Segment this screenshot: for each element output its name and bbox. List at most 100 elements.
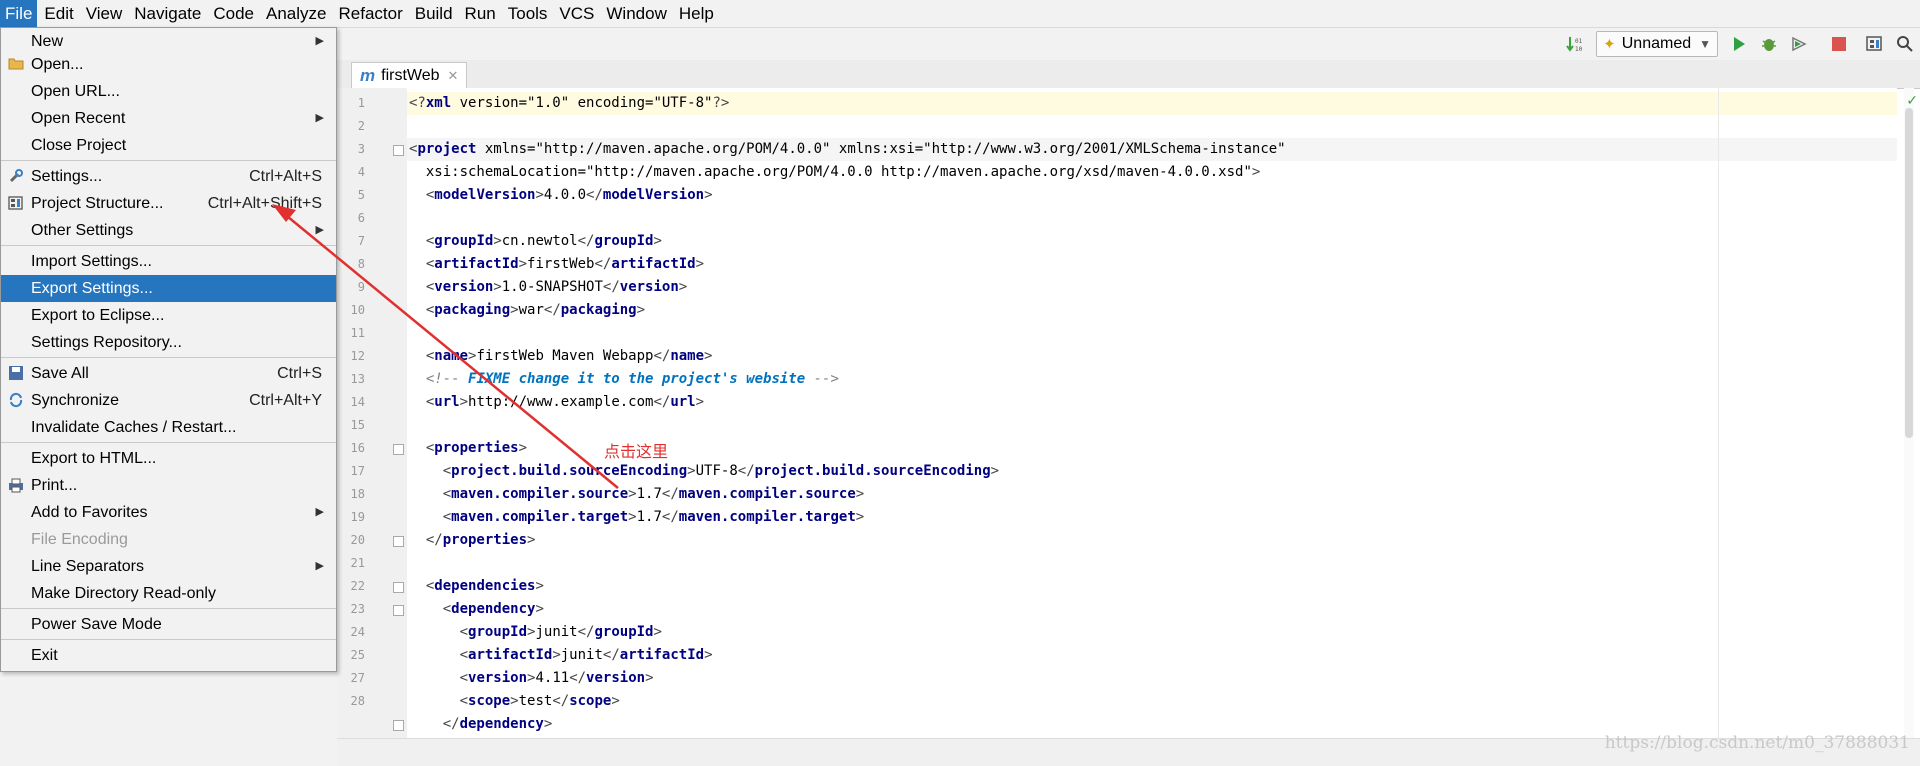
- code-line[interactable]: <version>1.0-SNAPSHOT</version>: [407, 276, 1897, 299]
- menu-item-export-settings[interactable]: Export Settings...: [1, 275, 336, 302]
- code-line[interactable]: <name>firstWeb Maven Webapp</name>: [407, 345, 1897, 368]
- code-line[interactable]: [407, 115, 1897, 138]
- menu-item-shortcut: Ctrl+Alt+Shift+S: [207, 195, 322, 212]
- code-line[interactable]: <project xmlns="http://maven.apache.org/…: [407, 138, 1897, 161]
- line-number: [337, 713, 365, 736]
- menu-item-label: Import Settings...: [31, 253, 152, 270]
- editor-tabs: m firstWeb ✕: [337, 60, 1920, 89]
- fold-marker-icon[interactable]: [393, 444, 404, 455]
- menu-help[interactable]: Help: [674, 0, 719, 27]
- line-number: 22: [350, 579, 365, 593]
- code-line[interactable]: [407, 414, 1897, 437]
- code-line[interactable]: <!-- FIXME change it to the project's we…: [407, 368, 1897, 391]
- fold-marker-icon[interactable]: [393, 536, 404, 547]
- code-line[interactable]: [407, 552, 1897, 575]
- menu-navigate[interactable]: Navigate: [129, 0, 206, 27]
- menu-item-other-settings[interactable]: Other Settings ▶: [1, 217, 336, 244]
- code-line[interactable]: <artifactId>junit</artifactId>: [407, 644, 1897, 667]
- menu-item-exit[interactable]: Exit: [1, 642, 336, 669]
- menu-tools[interactable]: Tools: [503, 0, 553, 27]
- menu-item-label: Open URL...: [31, 83, 120, 100]
- code-line[interactable]: <dependencies>: [407, 575, 1897, 598]
- code-line[interactable]: <scope>test</scope>: [407, 690, 1897, 713]
- menu-item-make-directory-read-only[interactable]: Make Directory Read-only: [1, 580, 336, 607]
- menu-vcs[interactable]: VCS: [554, 0, 599, 27]
- menu-item-label: Export to Eclipse...: [31, 307, 165, 324]
- stop-icon[interactable]: [1828, 33, 1850, 55]
- menu-item-label: Line Separators: [31, 558, 144, 575]
- menu-run[interactable]: Run: [460, 0, 501, 27]
- code-editor[interactable]: <?xml version="1.0" encoding="UTF-8"?> <p…: [407, 88, 1897, 738]
- code-line[interactable]: <project.build.sourceEncoding>UTF-8</pro…: [407, 460, 1897, 483]
- menu-item-settings-repository[interactable]: Settings Repository...: [1, 329, 336, 356]
- menu-item-open-recent[interactable]: Open Recent ▶: [1, 105, 336, 132]
- menu-item-file-encoding: File Encoding: [1, 526, 336, 553]
- menu-item-settings[interactable]: Settings... Ctrl+Alt+S: [1, 163, 336, 190]
- sort-icon[interactable]: 01 10: [1564, 33, 1586, 55]
- menu-item-power-save-mode[interactable]: Power Save Mode: [1, 611, 336, 638]
- menu-item-export-to-eclipse[interactable]: Export to Eclipse...: [1, 302, 336, 329]
- menu-bar: File Edit View Navigate Code Analyze Ref…: [0, 0, 1920, 28]
- code-line[interactable]: <artifactId>firstWeb</artifactId>: [407, 253, 1897, 276]
- code-line[interactable]: xsi:schemaLocation="http://maven.apache.…: [407, 161, 1897, 184]
- fold-marker-icon[interactable]: [393, 145, 404, 156]
- coverage-icon[interactable]: [1788, 33, 1810, 55]
- menu-item-print[interactable]: Print...: [1, 472, 336, 499]
- search-icon[interactable]: [1894, 33, 1916, 55]
- menu-file[interactable]: File: [0, 0, 38, 27]
- menu-window[interactable]: Window: [601, 0, 671, 27]
- code-line[interactable]: <groupId>junit</groupId>: [407, 621, 1897, 644]
- code-line[interactable]: <maven.compiler.target>1.7</maven.compil…: [407, 506, 1897, 529]
- menu-item-synchronize[interactable]: Synchronize Ctrl+Alt+Y: [1, 387, 336, 414]
- menu-item-label: Power Save Mode: [31, 616, 162, 633]
- line-number: 13: [350, 372, 365, 386]
- fold-marker-icon[interactable]: [393, 582, 404, 593]
- menu-item-import-settings[interactable]: Import Settings...: [1, 248, 336, 275]
- menu-build[interactable]: Build: [410, 0, 458, 27]
- menu-edit[interactable]: Edit: [39, 0, 78, 27]
- menu-item-project-structure[interactable]: Project Structure... Ctrl+Alt+Shift+S: [1, 190, 336, 217]
- menu-refactor[interactable]: Refactor: [333, 0, 407, 27]
- code-line[interactable]: <?xml version="1.0" encoding="UTF-8"?>: [407, 92, 1897, 115]
- menu-item-open[interactable]: Open...: [1, 51, 336, 78]
- code-line[interactable]: <groupId>cn.newtol</groupId>: [407, 230, 1897, 253]
- menu-item-add-to-favorites[interactable]: Add to Favorites ▶: [1, 499, 336, 526]
- code-line[interactable]: <modelVersion>4.0.0</modelVersion>: [407, 184, 1897, 207]
- fold-marker-icon[interactable]: [393, 605, 404, 616]
- code-line[interactable]: <packaging>war</packaging>: [407, 299, 1897, 322]
- menu-view[interactable]: View: [81, 0, 128, 27]
- debug-icon[interactable]: [1758, 33, 1780, 55]
- menu-item-line-separators[interactable]: Line Separators ▶: [1, 553, 336, 580]
- code-line[interactable]: </properties>: [407, 529, 1897, 552]
- line-number: 20: [350, 533, 365, 547]
- menu-item-save-all[interactable]: Save All Ctrl+S: [1, 360, 336, 387]
- menu-item-invalidate-caches-restart[interactable]: Invalidate Caches / Restart...: [1, 414, 336, 441]
- menu-item-label: Save All: [31, 365, 89, 382]
- menu-item-close-project[interactable]: Close Project: [1, 132, 336, 159]
- code-line[interactable]: [407, 322, 1897, 345]
- line-number: 25: [350, 648, 365, 662]
- run-configuration-select[interactable]: ✦ Unnamed ▼: [1596, 31, 1718, 57]
- line-number: 24: [350, 625, 365, 639]
- project-structure-icon[interactable]: [1864, 33, 1886, 55]
- vertical-scrollbar[interactable]: [1904, 88, 1914, 738]
- menu-code[interactable]: Code: [208, 0, 259, 27]
- right-margin-guide: [1718, 88, 1719, 738]
- code-line[interactable]: <maven.compiler.source>1.7</maven.compil…: [407, 483, 1897, 506]
- menu-item-open-url[interactable]: Open URL...: [1, 78, 336, 105]
- scrollbar-thumb[interactable]: [1905, 108, 1913, 438]
- tab-firstweb[interactable]: m firstWeb ✕: [351, 62, 468, 89]
- menu-item-export-to-html[interactable]: Export to HTML...: [1, 445, 336, 472]
- menu-analyze[interactable]: Analyze: [261, 0, 331, 27]
- run-icon[interactable]: [1728, 33, 1750, 55]
- code-line[interactable]: <url>http://www.example.com</url>: [407, 391, 1897, 414]
- fold-marker-icon[interactable]: [393, 720, 404, 731]
- line-number: 27: [350, 671, 365, 685]
- code-line[interactable]: [407, 207, 1897, 230]
- code-line[interactable]: <version>4.11</version>: [407, 667, 1897, 690]
- line-number: 1: [357, 96, 365, 110]
- menu-item-label: Add to Favorites: [31, 504, 148, 521]
- close-icon[interactable]: ✕: [448, 68, 459, 84]
- code-line[interactable]: <dependency>: [407, 598, 1897, 621]
- line-number: 6: [357, 211, 365, 225]
